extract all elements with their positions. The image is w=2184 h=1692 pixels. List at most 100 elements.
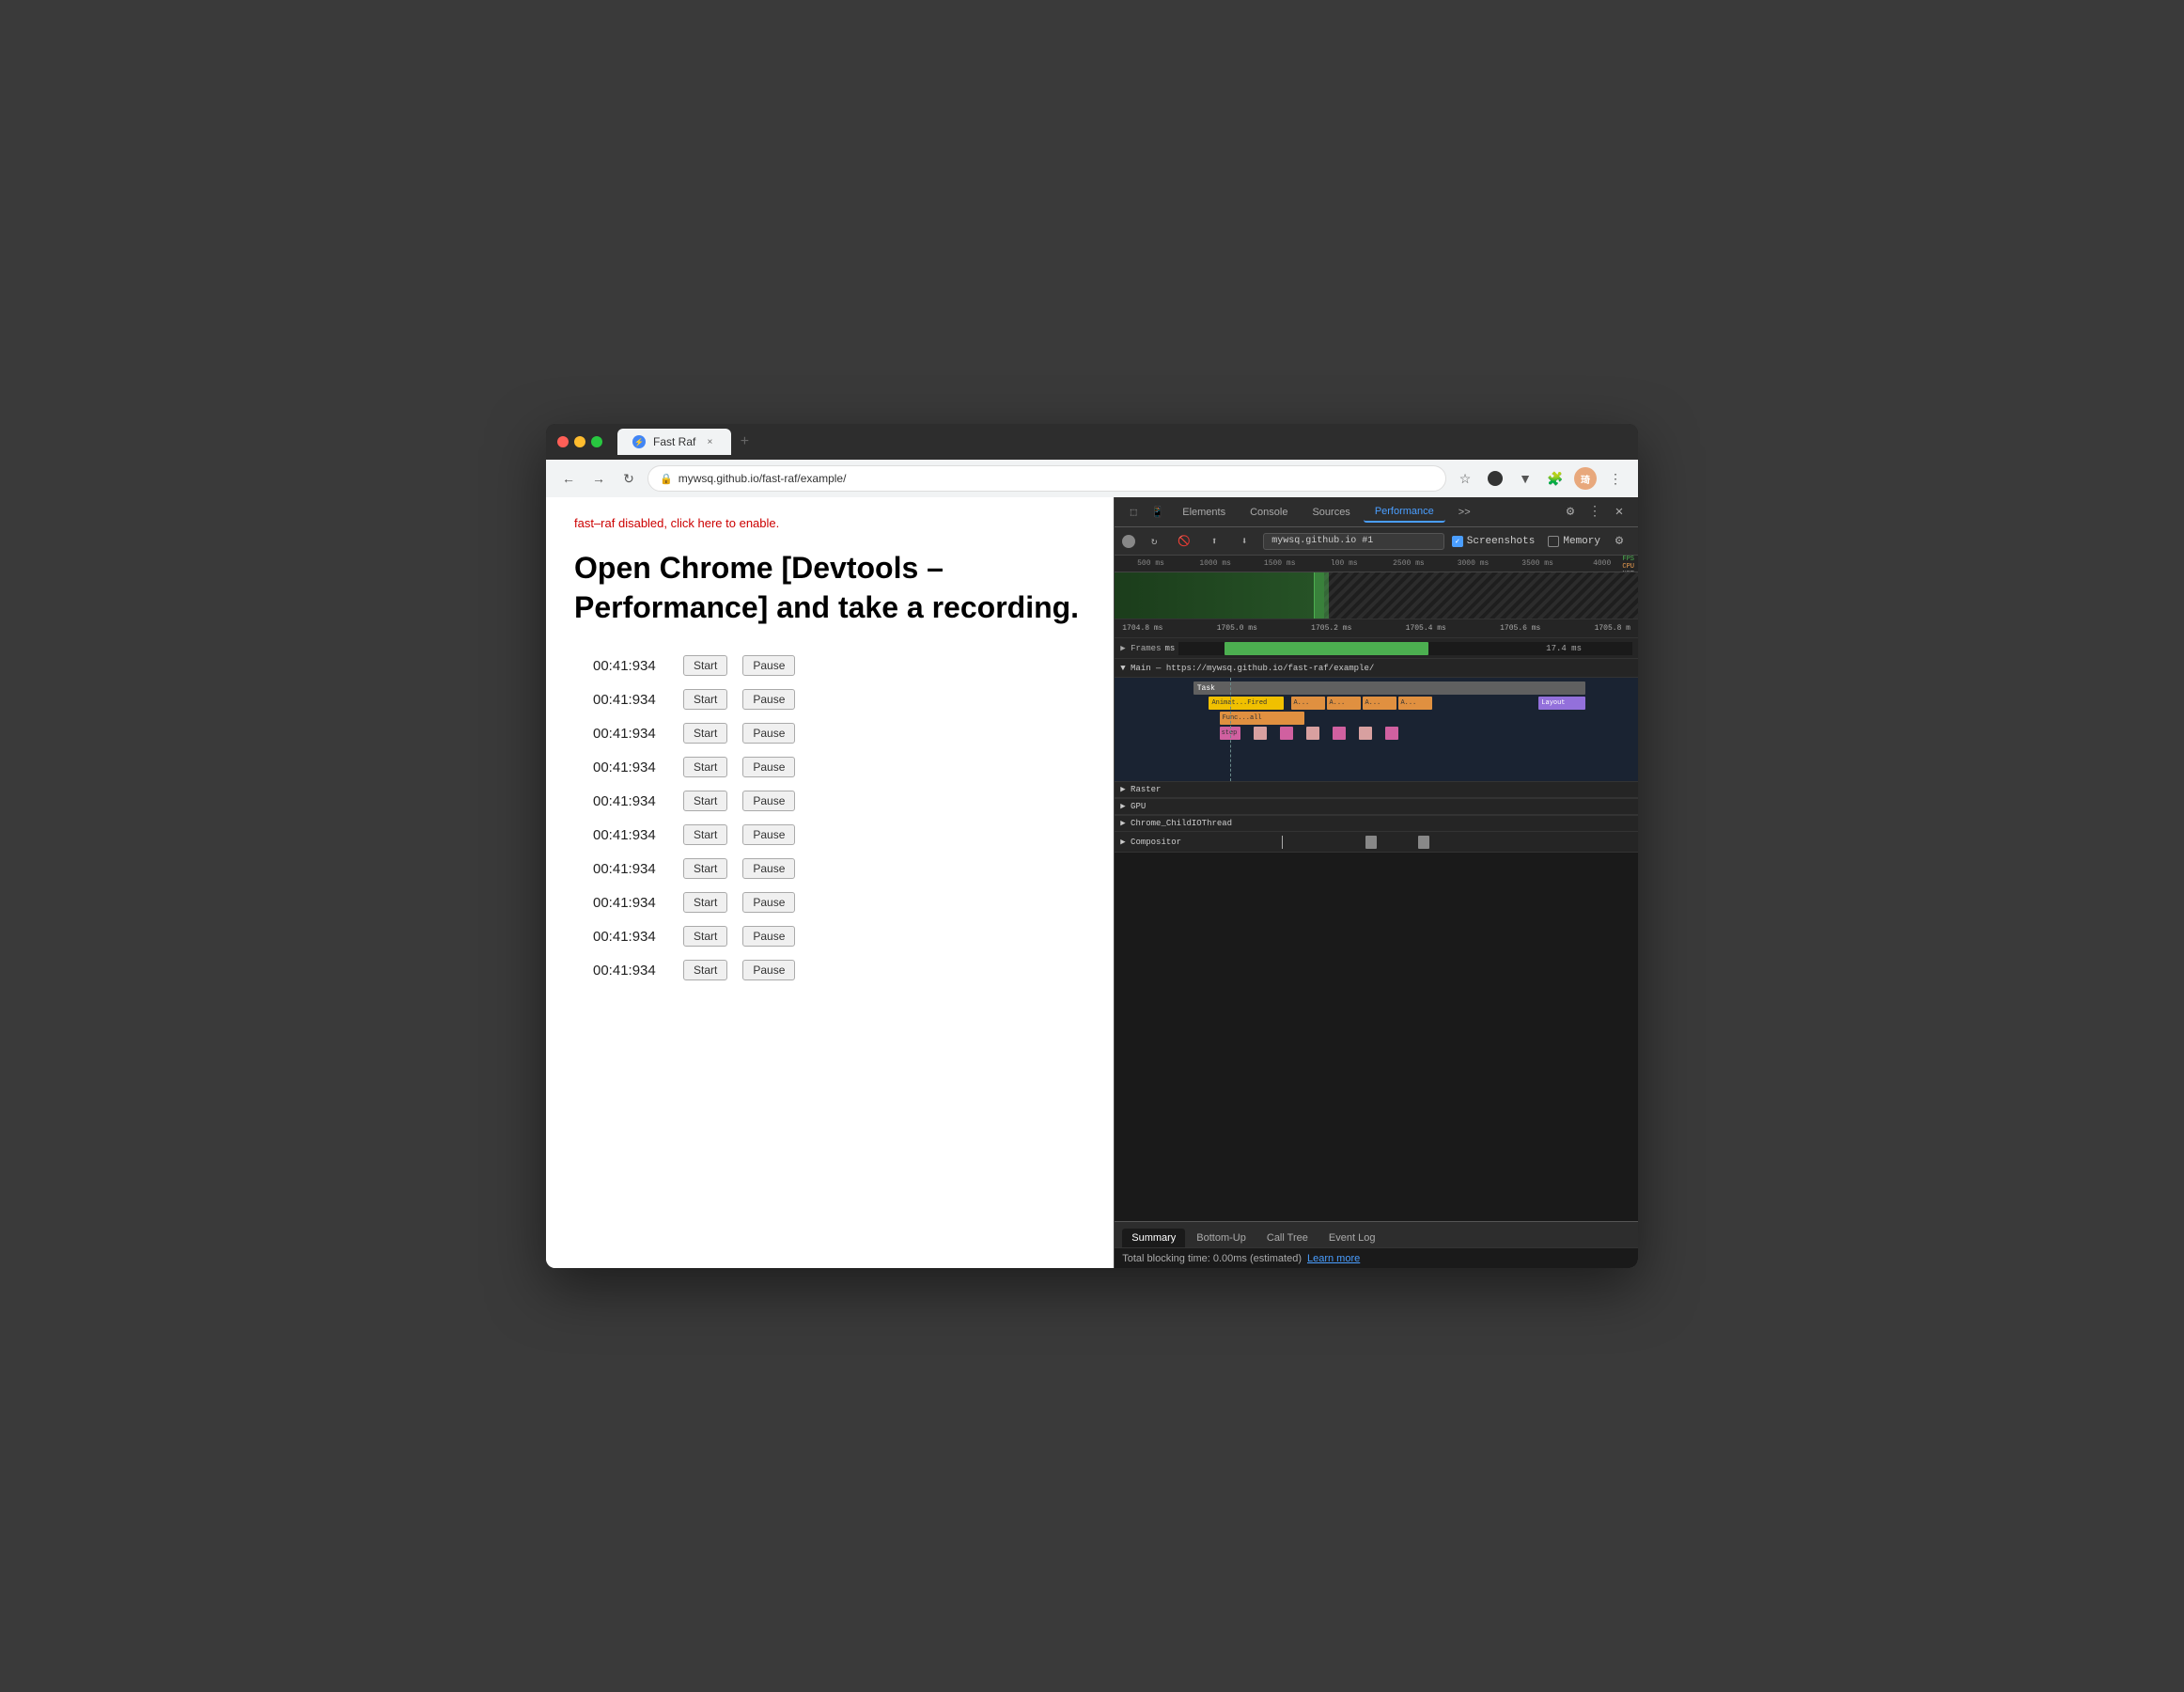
download-profile-button[interactable]: ⬇ <box>1233 530 1256 553</box>
timer-item: 00:41:934 Start Pause <box>593 960 1085 980</box>
start-button[interactable]: Start <box>683 960 727 980</box>
clear-button[interactable]: 🚫 <box>1173 530 1195 553</box>
start-button[interactable]: Start <box>683 791 727 811</box>
maximize-button[interactable] <box>591 436 602 447</box>
task-text: Task <box>1197 684 1215 693</box>
pause-button[interactable]: Pause <box>742 926 795 947</box>
perf-settings-button[interactable]: ⚙ <box>1608 530 1630 553</box>
tab-close-button[interactable]: × <box>703 435 716 448</box>
start-button[interactable]: Start <box>683 824 727 845</box>
tab-sources[interactable]: Sources <box>1301 503 1361 522</box>
tab-more[interactable]: >> <box>1447 503 1482 522</box>
pause-button[interactable]: Pause <box>742 824 795 845</box>
refresh-button[interactable]: ↻ <box>617 467 640 490</box>
extensions-icon[interactable]: 🧩 <box>1544 467 1567 490</box>
main-thread-header[interactable]: ▼ Main — https://mywsq.github.io/fast-ra… <box>1115 659 1638 678</box>
timer-item: 00:41:934 Start Pause <box>593 689 1085 710</box>
browser-tab[interactable]: ⚡ Fast Raf × <box>617 429 731 455</box>
timer-item: 00:41:934 Start Pause <box>593 757 1085 777</box>
timeline-selection <box>1314 572 1330 619</box>
new-tab-button[interactable]: + <box>731 429 757 455</box>
bottom-tabs: SummaryBottom-UpCall TreeEvent Log <box>1115 1221 1638 1247</box>
back-button[interactable]: ← <box>557 467 580 490</box>
pause-button[interactable]: Pause <box>742 960 795 980</box>
tab-console[interactable]: Console <box>1239 503 1299 522</box>
bookmark-button[interactable]: ☆ <box>1454 467 1476 490</box>
timer-value: 00:41:934 <box>593 963 668 979</box>
step-bar-6 <box>1359 727 1372 740</box>
more-options-icon[interactable]: ⋮ <box>1583 501 1606 524</box>
close-button[interactable] <box>557 436 569 447</box>
start-button[interactable]: Start <box>683 655 727 676</box>
screenshots-label: Screenshots <box>1467 536 1536 547</box>
start-button[interactable]: Start <box>683 858 727 879</box>
ruler-mark: 2500 ms <box>1377 559 1442 568</box>
pause-button[interactable]: Pause <box>742 655 795 676</box>
timer-value: 00:41:934 <box>593 793 668 809</box>
tab-performance[interactable]: Performance <box>1364 502 1445 523</box>
minimize-button[interactable] <box>574 436 585 447</box>
pause-button[interactable]: Pause <box>742 689 795 710</box>
cursor-icon[interactable]: ⬚ <box>1122 501 1145 524</box>
start-button[interactable]: Start <box>683 757 727 777</box>
fps-cpu-net-labels: FPS CPU NET <box>1622 556 1634 572</box>
learn-more-link[interactable]: Learn more <box>1307 1253 1360 1264</box>
timer-value: 00:41:934 <box>593 929 668 945</box>
pause-button[interactable]: Pause <box>742 723 795 744</box>
bottom-tab-event-log[interactable]: Event Log <box>1319 1229 1385 1247</box>
pause-button[interactable]: Pause <box>742 892 795 913</box>
frames-label: ▶ Frames <box>1120 644 1161 653</box>
func-text: Func...all <box>1223 714 1262 722</box>
compositor-section[interactable]: ▶ Compositor <box>1115 832 1638 853</box>
close-devtools-button[interactable]: ✕ <box>1608 501 1630 524</box>
start-button[interactable]: Start <box>683 892 727 913</box>
start-button[interactable]: Start <box>683 723 727 744</box>
enable-link[interactable]: fast–raf disabled, click here to enable. <box>574 516 1085 530</box>
address-bar: ← → ↻ 🔒 mywsq.github.io/fast-raf/example… <box>546 460 1638 497</box>
profile-url-input[interactable]: mywsq.github.io #1 <box>1263 533 1444 550</box>
screenshots-checkbox[interactable]: ✓ <box>1452 536 1463 547</box>
fps-cpu-chart <box>1115 572 1638 619</box>
settings-icon[interactable]: ⚙ <box>1559 501 1582 524</box>
zoomed-ruler-mark: 1705.6 ms <box>1500 624 1540 633</box>
layout-bar: Layout <box>1538 697 1585 710</box>
raster-section[interactable]: ▶ Raster <box>1115 781 1638 798</box>
pause-button[interactable]: Pause <box>742 757 795 777</box>
upload-profile-button[interactable]: ⬆ <box>1203 530 1225 553</box>
reload-record-button[interactable]: ↻ <box>1143 530 1165 553</box>
tab-title: Fast Raf <box>653 435 695 448</box>
device-icon[interactable]: 📱 <box>1147 501 1169 524</box>
timer-item: 00:41:934 Start Pause <box>593 858 1085 879</box>
extension-button[interactable]: ▼ <box>1514 467 1537 490</box>
bottom-tab-bottom-up[interactable]: Bottom-Up <box>1187 1229 1256 1247</box>
tab-elements[interactable]: Elements <box>1171 503 1237 522</box>
record-button[interactable] <box>1122 535 1135 548</box>
start-button[interactable]: Start <box>683 926 727 947</box>
perf-toolbar: ↻ 🚫 ⬆ ⬇ mywsq.github.io #1 ✓ Screenshots… <box>1115 527 1638 556</box>
pause-button[interactable]: Pause <box>742 858 795 879</box>
bottom-tab-summary[interactable]: Summary <box>1122 1229 1185 1247</box>
more-menu-button[interactable]: ⋮ <box>1604 467 1627 490</box>
cpu-hatch <box>1324 572 1638 619</box>
childio-section[interactable]: ▶ Chrome_ChildIOThread <box>1115 815 1638 832</box>
bottom-tab-call-tree[interactable]: Call Tree <box>1257 1229 1318 1247</box>
forward-button[interactable]: → <box>587 467 610 490</box>
fps-label: FPS <box>1622 556 1634 563</box>
timer-value: 00:41:934 <box>593 895 668 911</box>
title-bar: ⚡ Fast Raf × + <box>546 424 1638 460</box>
url-bar[interactable]: 🔒 mywsq.github.io/fast-raf/example/ <box>647 465 1446 492</box>
ruler-mark: 1500 ms <box>1247 559 1312 568</box>
profile-avatar[interactable]: 琦 <box>1574 467 1597 490</box>
zoomed-ruler-mark: 1705.4 ms <box>1406 624 1446 633</box>
gpu-section[interactable]: ▶ GPU <box>1115 798 1638 815</box>
task-label-bar: Task <box>1193 682 1586 695</box>
zoomed-ruler-mark: 1705.0 ms <box>1217 624 1257 633</box>
pause-button[interactable]: Pause <box>742 791 795 811</box>
frames-ms: ms <box>1164 644 1175 653</box>
memory-toggle[interactable]: Memory <box>1548 536 1600 547</box>
screenshots-toggle[interactable]: ✓ Screenshots <box>1452 536 1536 547</box>
step-bar-4 <box>1306 727 1319 740</box>
start-button[interactable]: Start <box>683 689 727 710</box>
memory-checkbox[interactable] <box>1548 536 1559 547</box>
profile-button[interactable] <box>1484 467 1506 490</box>
